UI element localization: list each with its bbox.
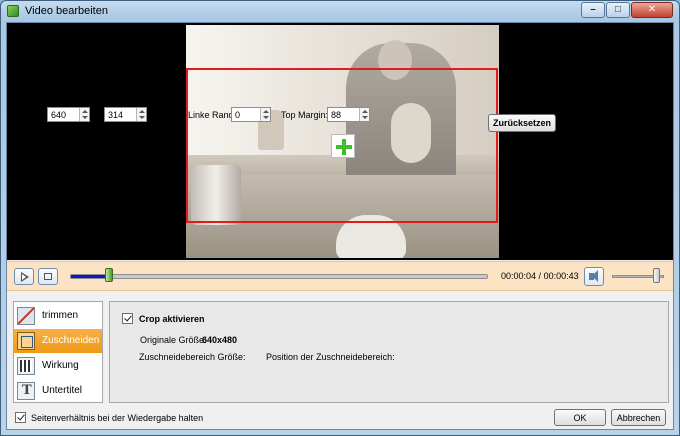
crop-height-input[interactable] [105,108,137,121]
down-arrow-icon[interactable] [263,116,269,119]
up-arrow-icon[interactable] [139,110,145,113]
up-arrow-icon[interactable] [362,110,368,113]
close-button[interactable]: ✕ [631,2,673,18]
crop-width-stepper[interactable] [47,107,90,122]
top-margin-stepper[interactable] [327,107,370,122]
up-arrow-icon[interactable] [82,110,88,113]
crop-move-handle-icon[interactable] [331,134,355,158]
video-preview [7,23,673,260]
original-size-value: 640x480 [202,335,238,345]
seek-thumb[interactable] [104,268,113,282]
nav-item-subtitle[interactable]: Untertitel [14,379,102,403]
dialog-client-area: 00:00:04 / 00:00:43 trimmen Zuschneiden … [6,22,674,430]
nav-item-label: trimmen [42,310,79,321]
subtitle-text-icon [17,382,35,400]
keep-aspect-checkbox[interactable] [15,412,26,423]
nav-item-crop[interactable]: Zuschneiden [14,329,102,353]
crop-size-label: Zuschneidebereich Größe: [139,352,246,362]
down-arrow-icon[interactable] [82,116,88,119]
volume-thumb[interactable] [653,268,660,283]
volume-button[interactable] [584,267,604,286]
video-edit-window: Video bearbeiten – □ ✕ 00:00:04 / 00:00:… [0,0,680,436]
maximize-button[interactable]: □ [606,2,630,18]
play-button[interactable] [14,268,34,285]
nav-item-trim[interactable]: trimmen [14,304,102,328]
left-margin-input[interactable] [232,108,261,121]
crop-width-input[interactable] [48,108,80,121]
current-time: 00:00:04 [501,271,537,281]
top-margin-input[interactable] [328,108,360,121]
play-icon-inner [22,274,26,280]
scissors-trim-icon [17,307,35,325]
down-arrow-icon[interactable] [139,116,145,119]
dialog-footer: Seitenverhältnis bei der Wiedergabe halt… [7,407,673,429]
reset-button[interactable]: Zurücksetzen [488,114,556,132]
ok-button[interactable]: OK [554,409,606,426]
crop-icon [17,332,35,350]
time-separator: / [536,271,544,281]
seek-progress [71,275,110,278]
time-display: 00:00:04 / 00:00:43 [501,271,579,281]
speaker-cone [592,270,598,282]
down-arrow-icon[interactable] [362,116,368,119]
left-margin-label: Der Linke Rand: [171,110,237,120]
nav-item-label: Zuschneiden [42,335,100,346]
window-controls: – □ ✕ [580,2,673,18]
crop-settings-panel: Crop aktivieren Originale Größe: 640x480… [109,301,669,403]
app-icon [7,5,19,17]
left-margin-stepper[interactable] [231,107,271,122]
stop-icon [44,273,52,280]
stop-button[interactable] [38,268,58,285]
crop-enable-label: Crop aktivieren [139,314,205,324]
crop-height-stepper[interactable] [104,107,147,122]
cancel-button[interactable]: Abbrechen [611,409,666,426]
crop-position-label: Position der Zuschneidebereich: [266,352,395,362]
move-handle-horizontal [336,145,352,149]
top-margin-arrows[interactable] [359,108,369,121]
top-margin-label: Top Margin: [281,110,329,120]
total-time: 00:00:43 [543,271,579,281]
effect-filmstrip-icon [17,357,35,375]
crop-enable-checkbox[interactable] [122,313,133,324]
crop-width-arrows[interactable] [79,108,89,121]
seek-track[interactable] [70,274,488,279]
minimize-button[interactable]: – [581,2,605,18]
edit-category-list: trimmen Zuschneiden Wirkung Untertitel [13,301,103,403]
title-bar[interactable]: Video bearbeiten – □ ✕ [1,1,679,21]
left-margin-arrows[interactable] [260,108,270,121]
nav-item-label: Untertitel [42,385,83,396]
crop-height-arrows[interactable] [136,108,146,121]
nav-item-label: Wirkung [42,360,79,371]
playback-bar: 00:00:04 / 00:00:43 [7,261,673,291]
window-title: Video bearbeiten [25,5,108,17]
nav-item-effect[interactable]: Wirkung [14,354,102,378]
keep-aspect-label: Seitenverhältnis bei der Wiedergabe halt… [31,413,204,423]
original-size-label: Originale Größe: [140,335,207,345]
up-arrow-icon[interactable] [263,110,269,113]
